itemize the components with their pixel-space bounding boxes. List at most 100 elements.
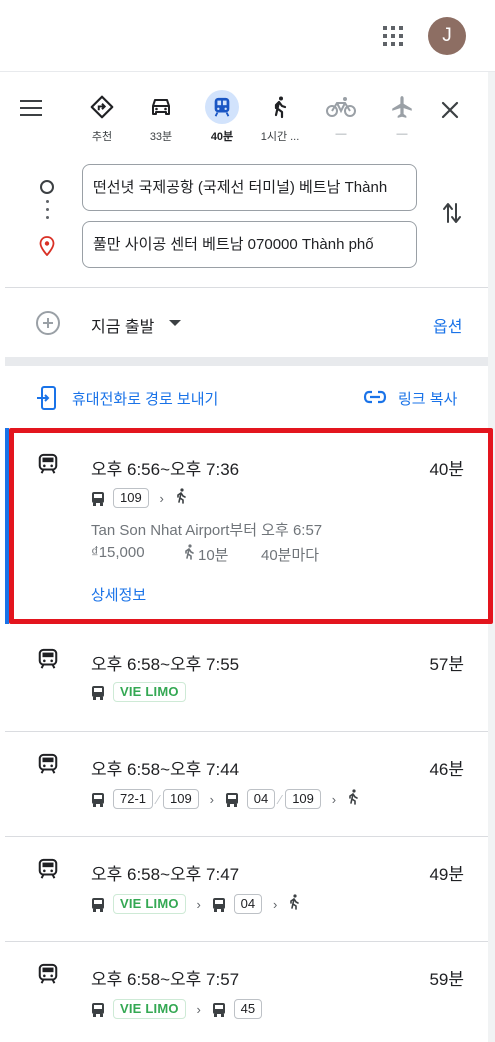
- bus-line-chip: 109: [113, 488, 149, 508]
- top-bar: J: [0, 0, 495, 72]
- bus-icon: [91, 685, 105, 700]
- route-option[interactable]: 오후 6:56~오후 7:36 40분 109 › Tan Son Nhat A…: [0, 430, 488, 630]
- add-stop-icon[interactable]: [36, 311, 60, 335]
- directions-diamond-icon: [85, 90, 119, 124]
- route-option[interactable]: 오후 6:58~오후 7:44 46분 72-1 ∕ 109 › 04 ∕ 10…: [0, 731, 488, 836]
- bus-line-chip: 72-1: [113, 789, 154, 809]
- bus-icon: [91, 491, 105, 506]
- chevron-right-icon: ›: [196, 1001, 201, 1017]
- origin-input[interactable]: 떤선녓 국제공항 (국제선 터미널) 베트남 Thành: [82, 164, 417, 211]
- train-icon: [37, 858, 59, 885]
- chevron-right-icon: ›: [196, 896, 201, 912]
- train-icon: [37, 963, 59, 990]
- section-divider: [5, 357, 488, 366]
- mode-drive-label: 33분: [149, 131, 173, 143]
- bus-icon: [212, 897, 226, 912]
- mode-walk-label: 1시간 ...: [260, 131, 300, 143]
- swap-icon[interactable]: [440, 200, 464, 231]
- bus-icon: [225, 792, 239, 807]
- options-button[interactable]: 옵션: [433, 313, 462, 337]
- route-departure-info: Tan Son Nhat Airport부터 오후 6:57: [91, 522, 323, 539]
- bus-line-chip: 45: [233, 999, 263, 1019]
- separator: ∕: [279, 791, 282, 807]
- bike-icon: [324, 90, 358, 124]
- apps-grid-icon[interactable]: [383, 26, 403, 46]
- route-option[interactable]: 오후 6:58~오후 7:55 57분 VIE LIMO: [0, 624, 488, 732]
- airplane-icon: [385, 90, 419, 124]
- train-icon: [205, 90, 239, 124]
- separator: ∕: [156, 791, 160, 807]
- divider: [5, 287, 488, 288]
- mode-flight-label: —: [396, 128, 408, 140]
- route-frequency: 40분마다: [261, 547, 320, 564]
- route-steps: 72-1 ∕ 109 › 04 ∕ 109 ›: [91, 788, 359, 810]
- divider: [5, 941, 488, 942]
- route-steps: 109 ›: [91, 487, 187, 509]
- train-icon: [37, 753, 59, 780]
- send-to-phone-button[interactable]: 휴대전화로 경로 보내기: [72, 388, 218, 409]
- route-fare: ₫15,000: [91, 544, 145, 561]
- operator-chip: VIE LIMO: [113, 999, 186, 1019]
- mode-drive-button[interactable]: 33분: [133, 90, 189, 144]
- divider: [5, 836, 488, 837]
- divider: [5, 731, 488, 732]
- chevron-right-icon: ›: [209, 791, 214, 807]
- destination-pin-icon: [39, 236, 55, 261]
- bus-icon: [91, 897, 105, 912]
- copy-link-button[interactable]: 링크 복사: [398, 388, 457, 409]
- route-time: 오후 6:58~오후 7:57: [91, 970, 240, 989]
- walk-icon: [263, 90, 297, 124]
- mode-bike-label: —: [335, 128, 347, 140]
- chevron-right-icon: ›: [159, 490, 164, 506]
- close-icon[interactable]: [438, 98, 462, 122]
- origin-circle-icon: [40, 180, 54, 194]
- bus-line-chip: 04: [233, 894, 263, 914]
- route-duration: 57분: [429, 655, 464, 674]
- route-steps: VIE LIMO › 04 ›: [91, 893, 300, 915]
- mode-flight-button[interactable]: —: [374, 90, 430, 140]
- route-duration: 40분: [429, 460, 464, 479]
- bus-line-chip: 109: [285, 789, 321, 809]
- walk-icon: [288, 893, 300, 915]
- route-dots-icon: [46, 200, 49, 224]
- route-duration: 46분: [429, 760, 464, 779]
- route-option[interactable]: 오후 6:58~오후 7:57 59분 VIE LIMO › 45: [0, 941, 488, 1042]
- caret-down-icon[interactable]: [169, 320, 181, 326]
- mode-bike-button[interactable]: —: [313, 90, 369, 140]
- route-option[interactable]: 오후 6:58~오후 7:47 49분 VIE LIMO › 04 ›: [0, 836, 488, 941]
- route-steps: VIE LIMO › 45: [91, 998, 263, 1020]
- destination-input[interactable]: 풀만 사이공 센터 베트남 070000 Thành phố: [82, 221, 417, 268]
- route-duration: 49분: [429, 865, 464, 884]
- car-icon: [144, 90, 178, 124]
- operator-chip: VIE LIMO: [113, 894, 186, 914]
- route-duration: 59분: [429, 970, 464, 989]
- chevron-right-icon: ›: [331, 791, 337, 807]
- bus-icon: [91, 1002, 105, 1017]
- mode-walk-button[interactable]: 1시간 ...: [252, 90, 308, 144]
- walk-icon: [347, 788, 359, 810]
- operator-chip: VIE LIMO: [113, 682, 186, 702]
- route-steps: VIE LIMO: [91, 681, 186, 703]
- route-walk-time: 10분: [198, 547, 229, 564]
- send-to-phone-icon[interactable]: [36, 385, 60, 416]
- details-button[interactable]: 상세정보: [91, 584, 146, 605]
- train-icon: [37, 648, 59, 675]
- mode-best-button[interactable]: 추천: [74, 90, 130, 144]
- mode-transit-label: 40분: [210, 131, 234, 143]
- bus-line-chip: 109: [163, 789, 199, 809]
- route-time: 오후 6:56~오후 7:36: [91, 460, 240, 479]
- bus-icon: [91, 792, 105, 807]
- chevron-right-icon: ›: [272, 896, 278, 912]
- avatar[interactable]: J: [428, 17, 466, 55]
- depart-now-dropdown[interactable]: 지금 출발: [91, 313, 154, 337]
- walk-icon: [175, 487, 187, 509]
- route-time: 오후 6:58~오후 7:44: [91, 760, 240, 779]
- mode-best-label: 추천: [91, 131, 113, 143]
- train-icon: [37, 453, 59, 480]
- bus-icon: [212, 1002, 226, 1017]
- link-icon[interactable]: [363, 388, 387, 411]
- mode-transit-button[interactable]: 40분: [194, 90, 250, 144]
- route-time: 오후 6:58~오후 7:47: [91, 865, 240, 884]
- bus-line-chip: 04: [246, 789, 276, 809]
- menu-icon[interactable]: [20, 100, 42, 116]
